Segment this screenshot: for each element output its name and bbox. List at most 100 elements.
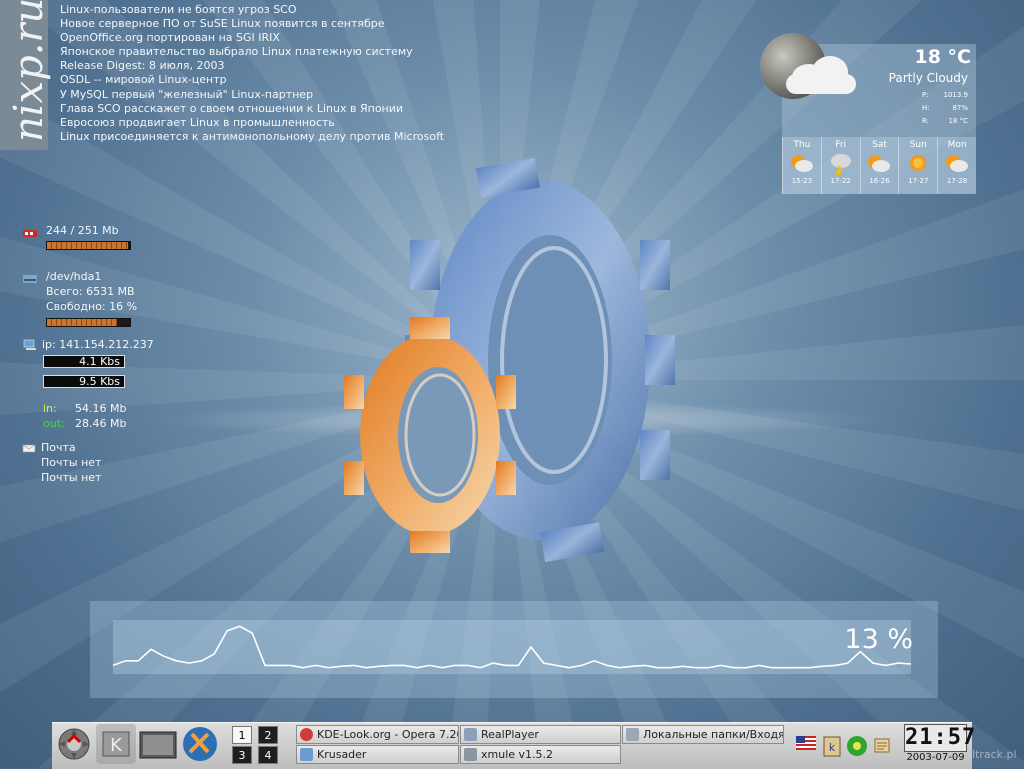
humidity-label: H: <box>922 104 930 112</box>
forecast-range: 17-22 <box>830 177 851 185</box>
task-label: Локальные папки/Входящие <box>643 728 783 741</box>
mail-title: Почта <box>41 441 76 454</box>
opera-icon <box>300 728 313 741</box>
news-list: Linux-пользователи не боятся угроз SCO Н… <box>60 3 444 144</box>
desktop-1-button[interactable]: 1 <box>232 726 252 744</box>
network-download-rate: 4.1 Kbs <box>43 355 125 368</box>
weather-temp: 18 °C <box>914 46 972 68</box>
forecast-day-name: Thu <box>793 140 811 150</box>
news-item[interactable]: OpenOffice.org портирован на SGI IRIX <box>60 31 444 45</box>
task-label: xmule v1.5.2 <box>481 748 554 761</box>
cpu-graph-area <box>113 620 911 674</box>
memory-icon <box>23 230 37 237</box>
klipper-icon[interactable]: k <box>822 735 842 757</box>
news-item[interactable]: OSDL -- мировой Linux-центр <box>60 73 444 87</box>
news-item[interactable]: Японское правительство выбрало Linux пла… <box>60 45 444 59</box>
pressure-value: 1013.9 <box>943 91 969 99</box>
forecast-range: 15-23 <box>791 177 813 185</box>
desktop-2-button[interactable]: 2 <box>258 726 278 744</box>
forecast-range: 17-27 <box>908 177 929 185</box>
forecast-range: 16-26 <box>869 177 890 185</box>
kmail-icon <box>626 728 639 741</box>
disk-free: Свободно: 16 % <box>46 300 138 313</box>
realplayer-icon <box>464 728 477 741</box>
sun-cloud-icon <box>868 155 891 172</box>
forecast-range: 17-28 <box>946 177 968 185</box>
news-item[interactable]: Linux-пользователи не боятся угроз SCO <box>60 3 444 17</box>
task-label: RealPlayer <box>481 728 539 741</box>
weather-forecast: Thu 15-23 Fri 17-22 Sat 16-26 Sun 17-27 Mon 17-28 <box>782 137 976 194</box>
cloud-icon <box>784 52 858 98</box>
desktop-icon <box>139 731 177 759</box>
task-label: Krusader <box>317 748 367 761</box>
clock-time[interactable]: 21:57 <box>904 724 975 752</box>
kde-k-icon: K <box>102 731 130 757</box>
network-in-value: 54.16 Mb <box>75 402 127 415</box>
gear-icon <box>58 728 90 760</box>
news-item[interactable]: У MySQL первый "железный" Linux-партнер <box>60 88 444 102</box>
weather-condition: Partly Cloudy <box>888 71 968 85</box>
desktop-4-button[interactable]: 4 <box>258 746 278 764</box>
realfeel-label: R: <box>922 117 930 125</box>
korganizer-icon[interactable] <box>872 735 892 755</box>
task-realplayer[interactable]: RealPlayer <box>460 725 621 744</box>
sun-cloud-icon <box>790 155 813 172</box>
svg-text:k: k <box>829 741 836 754</box>
network-out-label: out: <box>43 417 65 430</box>
news-item[interactable]: Release Digest: 8 июля, 2003 <box>60 59 444 73</box>
network-in-label: in: <box>43 402 57 415</box>
weather-details: P: 1013.9 H: 87% R: 18 °C <box>922 89 970 128</box>
mail-status-2: Почты нет <box>41 471 102 484</box>
news-item[interactable]: Новое серверное ПО от SuSE Linux появитс… <box>60 17 444 31</box>
pressure-label: P: <box>922 91 929 99</box>
sun-icon <box>910 155 927 171</box>
news-item[interactable]: Глава SCO расскажет о своем отношении к … <box>60 102 444 116</box>
disk-usage-fill <box>47 319 117 326</box>
kde-home-button[interactable]: K <box>96 724 136 764</box>
desktop-3-button[interactable]: 3 <box>232 746 252 764</box>
forecast-day-name: Fri <box>835 140 847 150</box>
task-xmule[interactable]: xmule v1.5.2 <box>460 745 621 764</box>
k-menu-button[interactable] <box>54 724 94 764</box>
storm-icon <box>830 154 851 175</box>
disk-icon <box>23 275 37 283</box>
task-kmail[interactable]: Локальные папки/Входящие <box>622 725 784 744</box>
forecast-day: Thu 15-23 <box>782 137 821 194</box>
network-ip: ip: 141.154.212.237 <box>42 338 154 351</box>
site-logo-panel[interactable]: nixp.ru <box>0 0 52 150</box>
mail-icon <box>22 444 36 453</box>
network-icon <box>23 339 36 350</box>
forecast-day: Sat 16-26 <box>859 137 899 194</box>
network-upload-rate: 9.5 Kbs <box>43 375 125 388</box>
forecast-day-name: Sun <box>909 140 927 150</box>
news-item[interactable]: Евросоюз продвигает Linux в промышленнос… <box>60 116 444 130</box>
forecast-day-name: Mon <box>947 140 967 150</box>
realfeel-value: 18 °C <box>948 117 968 125</box>
krusader-icon <box>300 748 313 761</box>
forecast-day: Sun 17-27 <box>898 137 938 194</box>
disk-device: /dev/hda1 <box>46 270 102 283</box>
cpu-percent: 13 % <box>844 624 913 655</box>
memory-usage-text: 244 / 251 Mb <box>46 224 119 237</box>
icq-icon[interactable] <box>846 735 867 756</box>
disk-usage-bar <box>46 318 131 327</box>
network-out-value: 28.46 Mb <box>75 417 127 430</box>
memory-usage-bar <box>46 241 131 250</box>
wrench-icon <box>183 727 217 761</box>
site-logo: nixp.ru <box>6 0 52 142</box>
svg-text:K: K <box>110 735 123 756</box>
news-item[interactable]: Linux присоединяется к антимонопольному … <box>60 130 444 144</box>
memory-usage-fill <box>47 242 128 249</box>
xmule-icon <box>464 748 477 761</box>
humidity-value: 87% <box>952 104 968 112</box>
mail-status-1: Почты нет <box>41 456 102 469</box>
sun-cloud-icon <box>946 155 969 172</box>
kontrol-center-button[interactable] <box>180 724 220 764</box>
forecast-day: Fri 17-22 <box>820 137 860 194</box>
watermark: ltrack.pl <box>972 748 1017 761</box>
forecast-day-name: Sat <box>872 140 887 150</box>
show-desktop-button[interactable] <box>138 724 178 764</box>
task-krusader[interactable]: Krusader <box>296 745 459 764</box>
us-flag-icon[interactable] <box>796 735 816 755</box>
task-opera[interactable]: KDE-Look.org - Opera 7.20 Beta <box>296 725 459 744</box>
